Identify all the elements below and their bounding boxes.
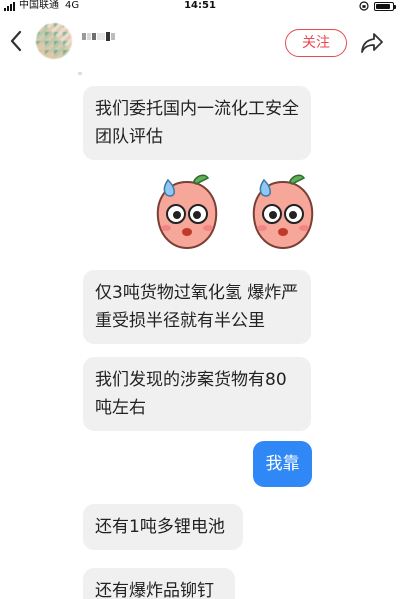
message-bubble: 仅3吨货物过氧化氢 爆炸严重受损半径就有半公里 xyxy=(83,270,311,344)
back-button[interactable] xyxy=(4,28,28,54)
message-bubble: 我们委托国内一流化工安全团队评估 xyxy=(83,86,311,160)
message-bubble: 还有爆炸品铆钉 xyxy=(83,568,235,599)
status-right xyxy=(359,1,396,11)
battery-icon xyxy=(374,1,396,11)
follow-button[interactable]: 关注 xyxy=(285,29,347,57)
message-bubble: 还有1吨多锂电池 xyxy=(83,504,243,550)
chat-screen: 中国联通 4G 14:51 关注 我们委托国内一流化工安全团队评估 仅3吨货物过… xyxy=(0,0,400,599)
battery-level xyxy=(376,3,391,9)
avatar[interactable] xyxy=(36,23,72,59)
lock-rotation-icon xyxy=(359,1,369,11)
peach-sweat-sticker xyxy=(252,174,314,250)
peach-sweat-sticker xyxy=(156,174,218,250)
pixelated-detail xyxy=(78,72,82,75)
chevron-left-icon xyxy=(10,30,22,52)
username-pixelated xyxy=(82,32,115,41)
message-bubble: 我们发现的涉案货物有80吨左右 xyxy=(83,357,311,431)
chat-header: 关注 xyxy=(0,12,400,75)
share-button[interactable] xyxy=(358,30,386,56)
status-time: 14:51 xyxy=(184,0,216,11)
share-icon xyxy=(361,33,383,53)
status-bar: 中国联通 4G 14:51 xyxy=(0,0,400,12)
message-bubble-outgoing: 我靠 xyxy=(253,441,312,487)
sticker-row xyxy=(150,172,320,252)
